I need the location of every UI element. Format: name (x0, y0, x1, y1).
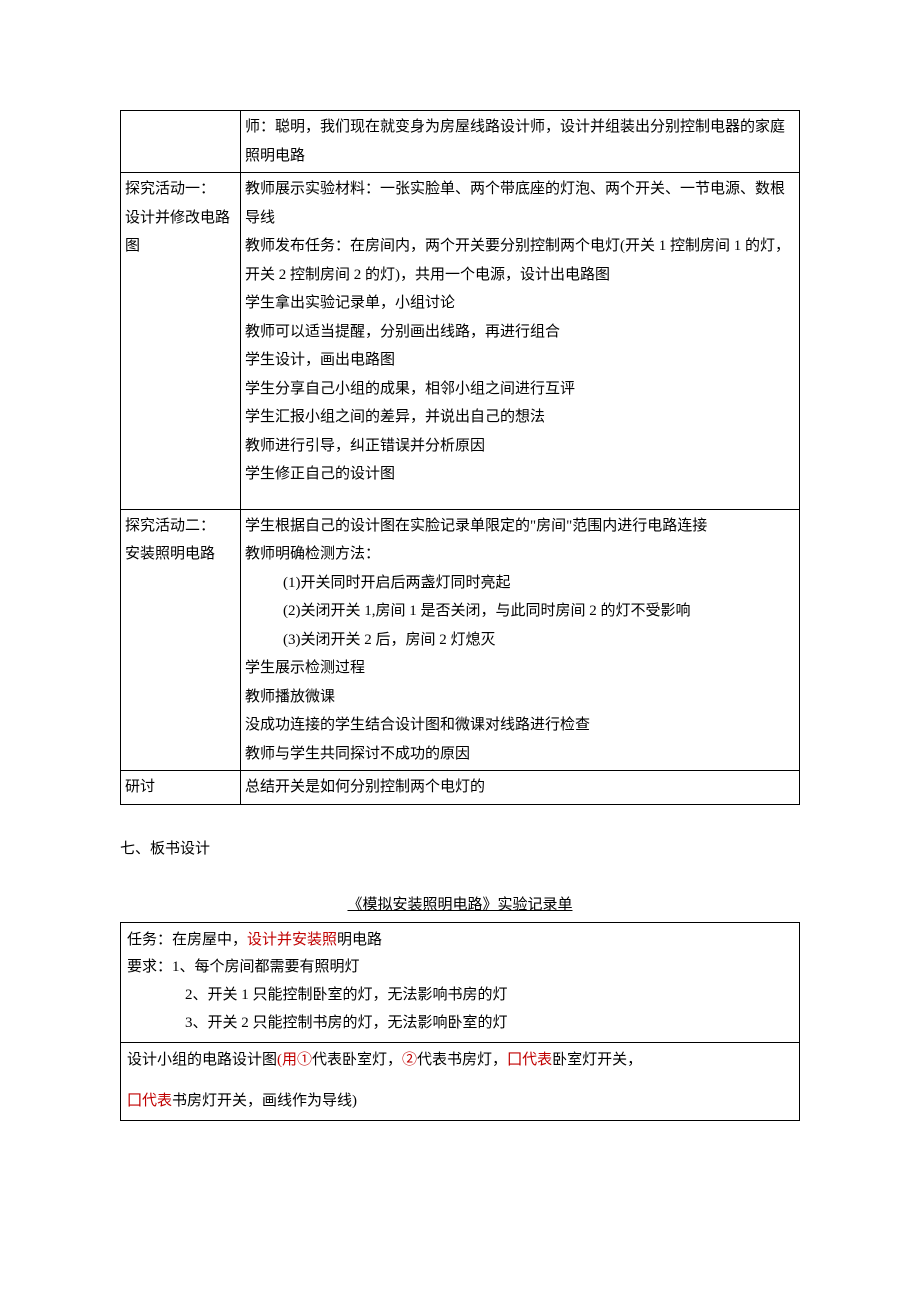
requirement-line: 3、开关 2 只能控制书房的灯，无法影响卧室的灯 (127, 1010, 793, 1038)
table-row: 探究活动一： 设计并修改电路图 教师展示实验材料：一张实脸单、两个带底座的灯泡、… (121, 173, 800, 510)
cell-right: 师：聪明，我们现在就变身为房屋线路设计师，设计并组装出分别控制电器的家庭照明电路 (241, 111, 800, 173)
content-line: (1)开关同时开启后两盏灯同时亮起 (245, 569, 795, 598)
section-heading: 七、板书设计 (120, 835, 800, 864)
requirement-line: 2、开关 1 只能控制卧室的灯，无法影响书房的灯 (127, 982, 793, 1010)
content-line: 教师明确检测方法： (245, 546, 380, 562)
cell-left: 探究活动二： 安装照明电路 (121, 509, 241, 771)
design-line: 设计小组的电路设计图(用①代表卧室灯，②代表书房灯，囗代表卧室灯开关， (127, 1047, 793, 1075)
cell-right: 总结开关是如何分别控制两个电灯的 (241, 771, 800, 805)
content-line: (2)关闭开关 1,房间 1 是否关闭，与此同时房间 2 的灯不受影响 (245, 597, 795, 626)
text-red: ② (402, 1052, 417, 1068)
task-line: 任务：在房屋中，设计并安装照明电路 (127, 927, 793, 955)
worksheet-cell: 任务：在房屋中，设计并安装照明电路 要求：1、每个房间都需要有照明灯 2、开关 … (121, 922, 800, 1042)
text-red: 设计并安装照 (247, 932, 337, 948)
content-line: 学生修正自己的设计图 (245, 466, 395, 482)
content-line: 学生分享自己小组的成果，相邻小组之间进行互评 (245, 381, 575, 397)
text-red: 囗代表 (127, 1093, 172, 1109)
cell-right: 教师展示实验材料：一张实脸单、两个带底座的灯泡、两个开关、一节电源、数根导线 教… (241, 173, 800, 510)
design-line: 囗代表书房灯开关，画线作为导线) (127, 1088, 793, 1116)
text: 代表书房灯， (417, 1052, 507, 1068)
activity-label: 探究活动一： (125, 181, 215, 197)
content-line: 教师播放微课 (245, 689, 335, 705)
text: 书房灯开关，画线作为导线) (172, 1093, 357, 1109)
activity-label: 探究活动二： (125, 518, 215, 534)
text: 明电路 (337, 932, 382, 948)
text: 代表卧室灯， (312, 1052, 402, 1068)
content-line: 学生设计，画出电路图 (245, 352, 395, 368)
requirement-line: 要求：1、每个房间都需要有照明灯 (127, 954, 793, 982)
content-line: 学生拿出实验记录单，小组讨论 (245, 295, 455, 311)
content-line: 学生展示检测过程 (245, 660, 365, 676)
activity-label: 安装照明电路 (125, 546, 215, 562)
activity-label: 设计并修改电路图 (125, 210, 230, 255)
cell-left (121, 111, 241, 173)
text: 设计小组的电路设计图 (127, 1052, 277, 1068)
content-line: 教师与学生共同探讨不成功的原因 (245, 746, 470, 762)
worksheet-title: 《模拟安装照明电路》实验记录单 (120, 891, 800, 920)
content-line: 没成功连接的学生结合设计图和微课对线路进行检查 (245, 717, 590, 733)
text: 卧室灯开关， (552, 1052, 642, 1068)
table-row: 任务：在房屋中，设计并安装照明电路 要求：1、每个房间都需要有照明灯 2、开关 … (121, 922, 800, 1042)
content-line: 学生根据自己的设计图在实脸记录单限定的"房间"范围内进行电路连接 (245, 518, 707, 534)
cell-left: 研讨 (121, 771, 241, 805)
text: 任务：在房屋中， (127, 932, 247, 948)
text-red: (用① (277, 1052, 312, 1068)
content-line: 教师进行引导，纠正错误并分析原因 (245, 438, 485, 454)
content-line: 学生汇报小组之间的差异，并说出自己的想法 (245, 409, 545, 425)
worksheet-table: 任务：在房屋中，设计并安装照明电路 要求：1、每个房间都需要有照明灯 2、开关 … (120, 922, 800, 1122)
lesson-table: 师：聪明，我们现在就变身为房屋线路设计师，设计并组装出分别控制电器的家庭照明电路… (120, 110, 800, 805)
table-row: 师：聪明，我们现在就变身为房屋线路设计师，设计并组装出分别控制电器的家庭照明电路 (121, 111, 800, 173)
table-row: 探究活动二： 安装照明电路 学生根据自己的设计图在实脸记录单限定的"房间"范围内… (121, 509, 800, 771)
table-row: 研讨 总结开关是如何分别控制两个电灯的 (121, 771, 800, 805)
content-line: 教师展示实验材料：一张实脸单、两个带底座的灯泡、两个开关、一节电源、数根导线 (245, 181, 785, 226)
table-row: 设计小组的电路设计图(用①代表卧室灯，②代表书房灯，囗代表卧室灯开关， 囗代表书… (121, 1042, 800, 1121)
content-line: 教师可以适当提醒，分别画出线路，再进行组合 (245, 324, 560, 340)
worksheet-cell: 设计小组的电路设计图(用①代表卧室灯，②代表书房灯，囗代表卧室灯开关， 囗代表书… (121, 1042, 800, 1121)
cell-left: 探究活动一： 设计并修改电路图 (121, 173, 241, 510)
cell-right: 学生根据自己的设计图在实脸记录单限定的"房间"范围内进行电路连接 教师明确检测方… (241, 509, 800, 771)
text-red: 囗代表 (507, 1052, 552, 1068)
content-line: 教师发布任务：在房间内，两个开关要分别控制两个电灯(开关 1 控制房间 1 的灯… (245, 238, 790, 283)
content-line: (3)关闭开关 2 后，房间 2 灯熄灭 (245, 626, 795, 655)
